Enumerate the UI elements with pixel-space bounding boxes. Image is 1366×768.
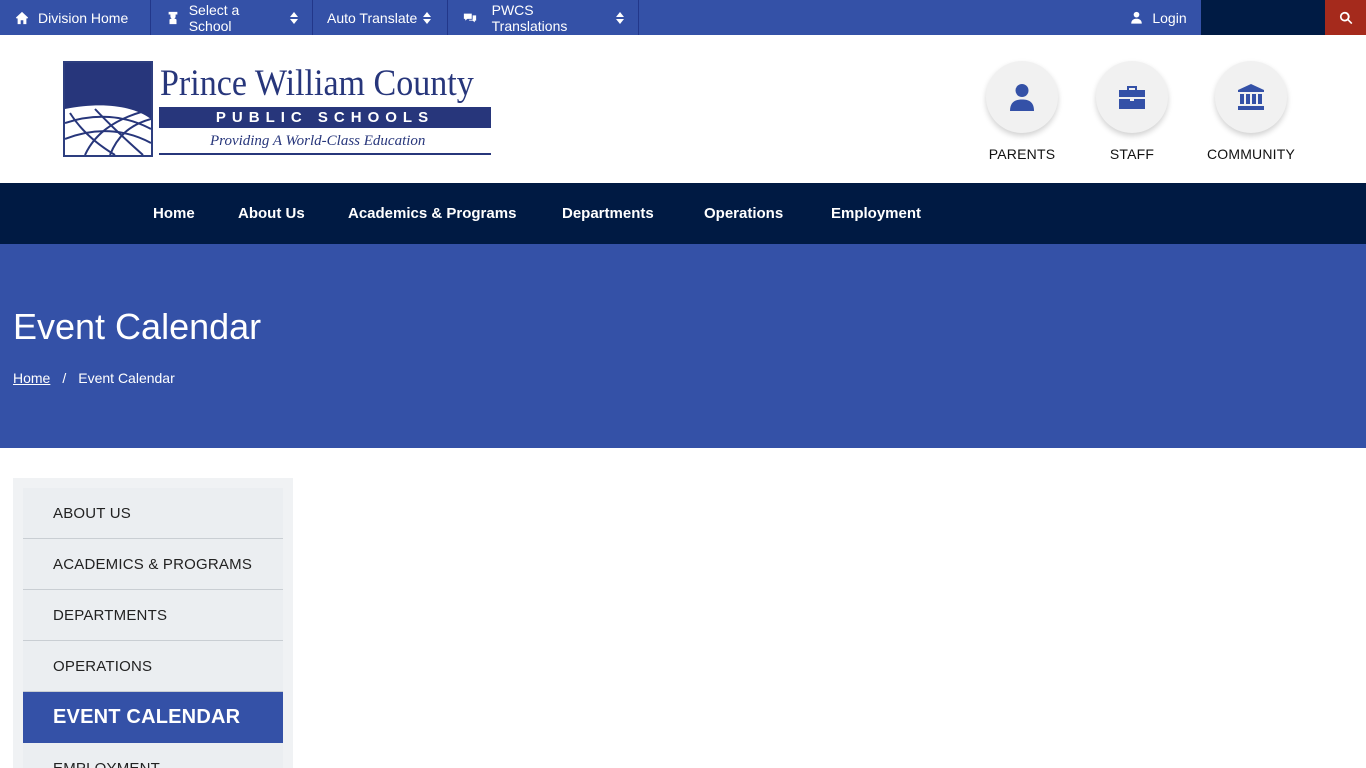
auto-translate-label: Auto Translate — [327, 9, 418, 26]
login-link[interactable]: Login — [1116, 0, 1201, 35]
parents-icon-circle — [986, 61, 1058, 133]
nav-about-us[interactable]: About Us — [238, 183, 305, 244]
search-button[interactable] — [1325, 0, 1366, 35]
user-icon — [1131, 11, 1143, 24]
login-label: Login — [1152, 9, 1187, 26]
globe-logo-icon — [63, 61, 153, 157]
community-label: COMMUNITY — [1206, 146, 1296, 162]
site-header: Prince William County PUBLIC SCHOOLS Pro… — [0, 35, 1366, 183]
main-navigation: Home About Us Academics & Programs Depar… — [0, 183, 1366, 244]
sidebar-item-event-calendar[interactable]: EVENT CALENDAR — [23, 692, 283, 743]
sidebar-item-departments[interactable]: DEPARTMENTS — [23, 590, 283, 641]
sidebar-item-about-us[interactable]: ABOUT US — [23, 488, 283, 539]
breadcrumb-current: Event Calendar — [78, 370, 175, 386]
logo-rule — [159, 153, 491, 155]
briefcase-icon — [1119, 86, 1145, 109]
nav-employment[interactable]: Employment — [831, 183, 921, 244]
comments-icon — [462, 10, 478, 26]
breadcrumb: Home / Event Calendar — [13, 370, 175, 386]
page-banner: Event Calendar Home / Event Calendar — [0, 244, 1366, 448]
nav-home[interactable]: Home — [153, 183, 195, 244]
logo-band: PUBLIC SCHOOLS — [159, 107, 491, 128]
pwcs-translations-label: PWCS Translations — [491, 1, 568, 34]
graduate-icon — [165, 10, 181, 26]
logo-title: Prince William County — [160, 63, 474, 104]
select-school-dropdown[interactable]: Select a School — [151, 0, 313, 35]
sidebar-item-employment[interactable]: EMPLOYMENT — [23, 743, 283, 768]
parents-link[interactable]: PARENTS — [967, 61, 1077, 162]
sidebar-item-academics-programs[interactable]: ACADEMICS & PROGRAMS — [23, 539, 283, 590]
staff-link[interactable]: STAFF — [1077, 61, 1187, 162]
breadcrumb-separator: / — [62, 370, 67, 386]
pwcs-translations-dropdown[interactable]: PWCS Translations — [448, 0, 639, 35]
community-icon-circle — [1215, 61, 1287, 133]
parents-label: PARENTS — [988, 146, 1056, 162]
nav-departments[interactable]: Departments — [562, 183, 654, 244]
staff-icon-circle — [1096, 61, 1168, 133]
sort-arrows-icon — [616, 11, 624, 24]
pwcs-logo[interactable]: Prince William County PUBLIC SCHOOLS Pro… — [63, 61, 493, 159]
select-school-label: Select a School — [188, 1, 240, 34]
landmark-icon — [1238, 84, 1264, 110]
staff-label: STAFF — [1109, 146, 1155, 162]
home-icon — [14, 10, 30, 26]
utility-bar: Division Home Select a School Auto Trans… — [0, 0, 1366, 35]
user-icon — [1010, 84, 1034, 111]
community-link[interactable]: COMMUNITY — [1196, 61, 1306, 162]
nav-academics-programs[interactable]: Academics & Programs — [348, 183, 516, 244]
search-icon — [1339, 11, 1352, 24]
page-title: Event Calendar — [13, 306, 262, 347]
nav-operations[interactable]: Operations — [704, 183, 783, 244]
sidebar-item-operations[interactable]: OPERATIONS — [23, 641, 283, 692]
division-home-link[interactable]: Division Home — [0, 0, 151, 35]
breadcrumb-home-link[interactable]: Home — [13, 370, 50, 386]
auto-translate-dropdown[interactable]: Auto Translate — [313, 0, 448, 35]
sidebar-nav: ABOUT US ACADEMICS & PROGRAMS DEPARTMENT… — [13, 478, 293, 768]
logo-tagline: Providing A World-Class Education — [210, 133, 426, 149]
utility-spacer — [1201, 0, 1325, 35]
division-home-label: Division Home — [38, 9, 129, 26]
sort-arrows-icon — [290, 11, 298, 24]
sort-arrows-icon — [423, 11, 432, 24]
